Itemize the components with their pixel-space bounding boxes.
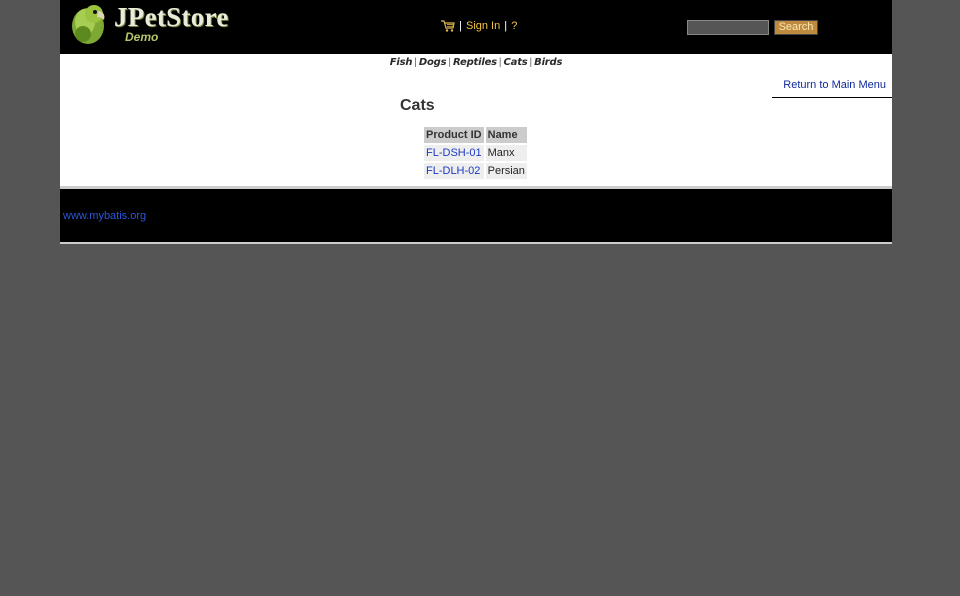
footer-bar: www.mybatis.org bbox=[60, 189, 892, 244]
logo-title: JPetStore bbox=[114, 2, 229, 32]
header-menu: | Sign In | ? bbox=[441, 20, 517, 32]
quick-link-reptiles[interactable]: Reptiles bbox=[453, 57, 497, 68]
product-name-cell: Persian bbox=[485, 163, 527, 179]
menu-separator: | bbox=[504, 20, 508, 33]
product-name-cell: Manx bbox=[485, 145, 527, 161]
table-header-row: Product ID Name bbox=[424, 127, 527, 143]
product-id-cell: FL-DLH-02 bbox=[424, 163, 484, 179]
table-row: FL-DSH-01 Manx bbox=[424, 145, 527, 161]
main-content: Fish | Dogs | Reptiles | Cats | Birds Return to … bbox=[60, 54, 892, 189]
back-link-container: Return to Main Menu bbox=[772, 78, 892, 98]
search-button[interactable]: Search bbox=[774, 20, 818, 35]
category-quick-links: Fish | Dogs | Reptiles | Cats | Birds bbox=[60, 56, 892, 68]
parrot-logo-icon bbox=[72, 5, 105, 44]
product-table: Product ID Name FL-DSH-01 Manx FL-DLH-02… bbox=[422, 125, 529, 181]
quick-link-birds[interactable]: Birds bbox=[534, 57, 562, 68]
product-id-cell: FL-DSH-01 bbox=[424, 145, 484, 161]
table-row: FL-DLH-02 Persian bbox=[424, 163, 527, 179]
logo-subtitle: Demo bbox=[125, 30, 159, 44]
search-input[interactable] bbox=[687, 20, 769, 35]
mybatis-footer-link[interactable]: www.mybatis.org bbox=[63, 210, 146, 222]
page-title: Cats bbox=[400, 97, 435, 114]
cart-icon[interactable] bbox=[441, 20, 455, 32]
column-header-product-id: Product ID bbox=[424, 127, 484, 143]
product-id-link[interactable]: FL-DLH-02 bbox=[426, 165, 480, 177]
product-id-link[interactable]: FL-DSH-01 bbox=[426, 147, 482, 159]
quick-link-dogs[interactable]: Dogs bbox=[419, 57, 447, 68]
jpetstore-logo[interactable]: JPetStore Demo bbox=[68, 2, 238, 46]
quick-link-separator: | bbox=[448, 57, 451, 68]
help-link[interactable]: ? bbox=[511, 20, 517, 32]
quick-link-separator: | bbox=[498, 57, 502, 68]
column-header-name: Name bbox=[485, 127, 527, 143]
header-bar: JPetStore Demo | Sign In | ? Search bbox=[60, 0, 892, 54]
quick-link-fish[interactable]: Fish bbox=[390, 57, 413, 68]
quick-link-cats[interactable]: Cats bbox=[504, 57, 528, 68]
return-to-main-menu-link[interactable]: Return to Main Menu bbox=[783, 79, 886, 91]
menu-separator: | bbox=[459, 20, 462, 33]
sign-in-link[interactable]: Sign In bbox=[466, 20, 500, 32]
quick-link-separator: | bbox=[414, 57, 417, 68]
